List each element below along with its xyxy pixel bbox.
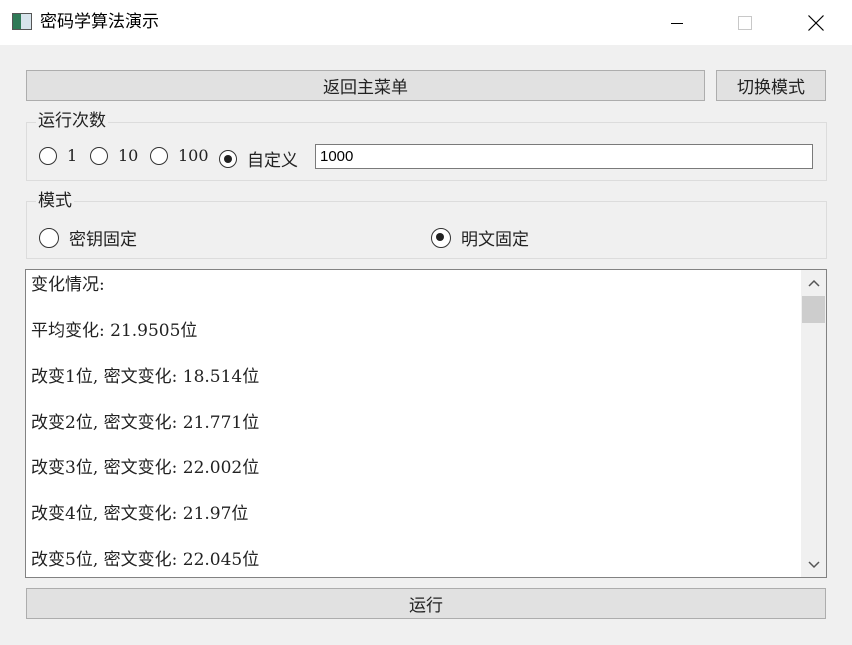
run-count-option-custom[interactable]: 自定义 <box>219 146 298 171</box>
run-count-option-1[interactable]: 1 <box>39 146 77 165</box>
minimize-icon <box>671 22 683 24</box>
minimize-button[interactable] <box>654 0 700 45</box>
window-title: 密码学算法演示 <box>40 12 159 32</box>
radio-circle-checked[interactable] <box>431 227 451 248</box>
run-count-option-100[interactable]: 100 <box>150 146 209 165</box>
maximize-button[interactable] <box>722 0 768 45</box>
run-count-option-label: 自定义 <box>247 151 298 171</box>
run-button[interactable]: 运行 <box>26 588 826 619</box>
output-line: 改变3位, 密文变化: 22.002位 <box>31 458 260 478</box>
radio-circle[interactable] <box>150 146 168 165</box>
close-icon <box>808 14 824 31</box>
radio-circle[interactable] <box>39 227 59 248</box>
radio-circle[interactable] <box>90 146 108 165</box>
title-bar: 密码学算法演示 <box>0 0 852 45</box>
mode-option-label: 密钥固定 <box>69 230 137 250</box>
close-button[interactable] <box>793 0 839 45</box>
radio-circle[interactable] <box>39 146 57 165</box>
output-text-area[interactable]: 变化情况: 平均变化: 21.9505位 改变1位, 密文变化: 18.514位… <box>25 269 827 578</box>
scroll-down-button[interactable] <box>801 554 826 576</box>
mode-option-key-fixed[interactable]: 密钥固定 <box>39 225 137 250</box>
radio-circle-checked[interactable] <box>219 149 237 168</box>
run-count-option-label: 1 <box>67 146 78 165</box>
maximize-icon <box>738 15 752 30</box>
run-count-option-label: 100 <box>178 146 209 165</box>
mode-group <box>26 201 827 259</box>
run-count-option-label: 10 <box>118 146 139 165</box>
scroll-up-button[interactable] <box>801 272 826 294</box>
run-count-option-10[interactable]: 10 <box>90 146 138 165</box>
chevron-down-icon <box>807 561 820 569</box>
output-line: 改变1位, 密文变化: 18.514位 <box>31 367 260 387</box>
output-line: 改变2位, 密文变化: 21.771位 <box>31 413 260 433</box>
output-line: 改变5位, 密文变化: 22.045位 <box>31 550 260 570</box>
mode-option-label: 明文固定 <box>461 230 529 250</box>
output-line: 平均变化: 21.9505位 <box>31 321 198 341</box>
back-to-main-menu-button[interactable]: 返回主菜单 <box>26 70 705 101</box>
custom-run-count-input[interactable]: 1000 <box>315 144 813 169</box>
output-line: 变化情况: <box>31 275 105 295</box>
output-line: 改变4位, 密文变化: 21.97位 <box>31 504 249 524</box>
chevron-up-icon <box>807 279 820 287</box>
vertical-scrollbar[interactable] <box>801 270 826 577</box>
run-count-group-title: 运行次数 <box>36 111 108 131</box>
app-icon <box>12 13 32 30</box>
scrollbar-thumb[interactable] <box>802 296 825 323</box>
mode-group-title: 模式 <box>36 191 74 211</box>
mode-option-plaintext-fixed[interactable]: 明文固定 <box>431 225 529 250</box>
switch-mode-button[interactable]: 切换模式 <box>716 70 826 101</box>
